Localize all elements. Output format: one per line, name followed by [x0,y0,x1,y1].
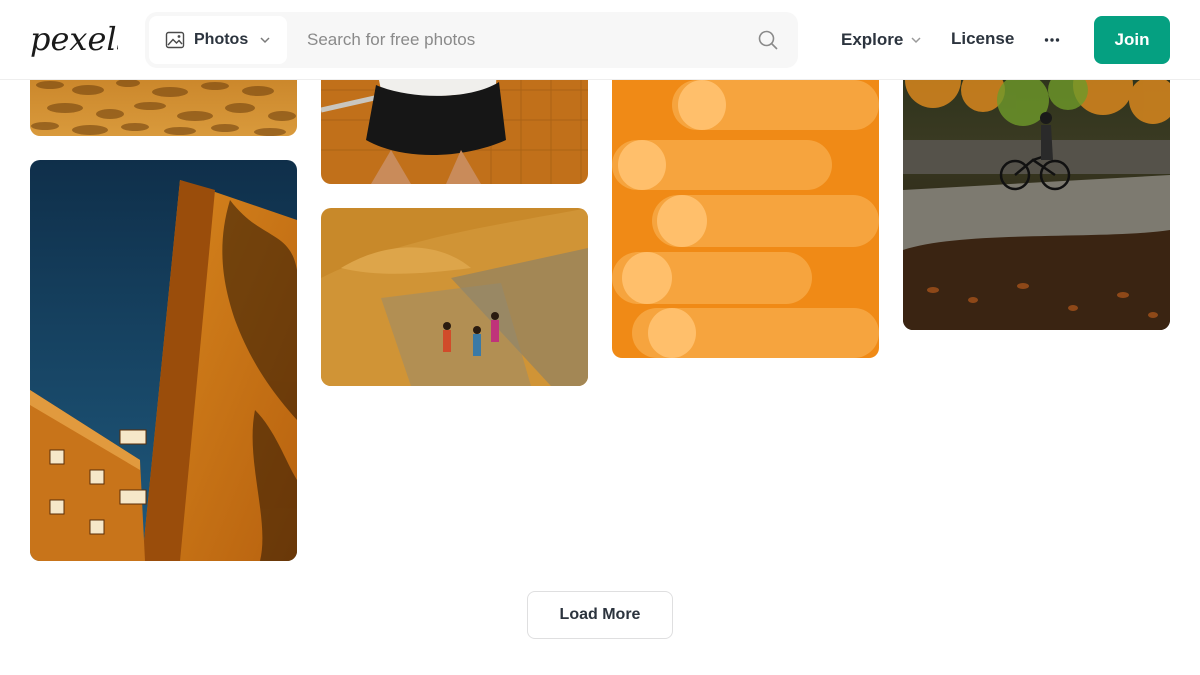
search-input[interactable] [307,22,727,58]
photo-grid [0,0,1200,675]
photo-field-image [321,208,588,386]
top-navbar: pexels Photos Explore License [0,0,1200,80]
join-button-label: Join [1114,30,1150,49]
media-type-dropdown[interactable]: Photos [149,16,287,64]
search-icon[interactable] [757,29,779,51]
search-bar: Photos [145,12,798,68]
logo-text: pexels [30,20,118,58]
photo-building-image [30,160,297,561]
media-type-label: Photos [194,31,249,48]
nav-license[interactable]: License [951,29,1014,49]
photo-card-building[interactable] [30,160,297,561]
join-button[interactable]: Join [1094,16,1170,64]
load-more-button[interactable]: Load More [527,591,673,639]
chevron-down-icon [260,37,270,44]
nav-explore-label: Explore [841,30,904,49]
more-menu-button[interactable] [1038,28,1066,52]
image-icon [165,31,185,49]
photo-card-field[interactable] [321,208,588,386]
load-more-label: Load More [559,606,641,623]
more-dots-icon [1044,38,1060,42]
pexels-logo[interactable]: pexels [30,18,118,62]
chevron-down-icon [911,37,921,44]
nav-explore[interactable]: Explore [841,28,923,52]
